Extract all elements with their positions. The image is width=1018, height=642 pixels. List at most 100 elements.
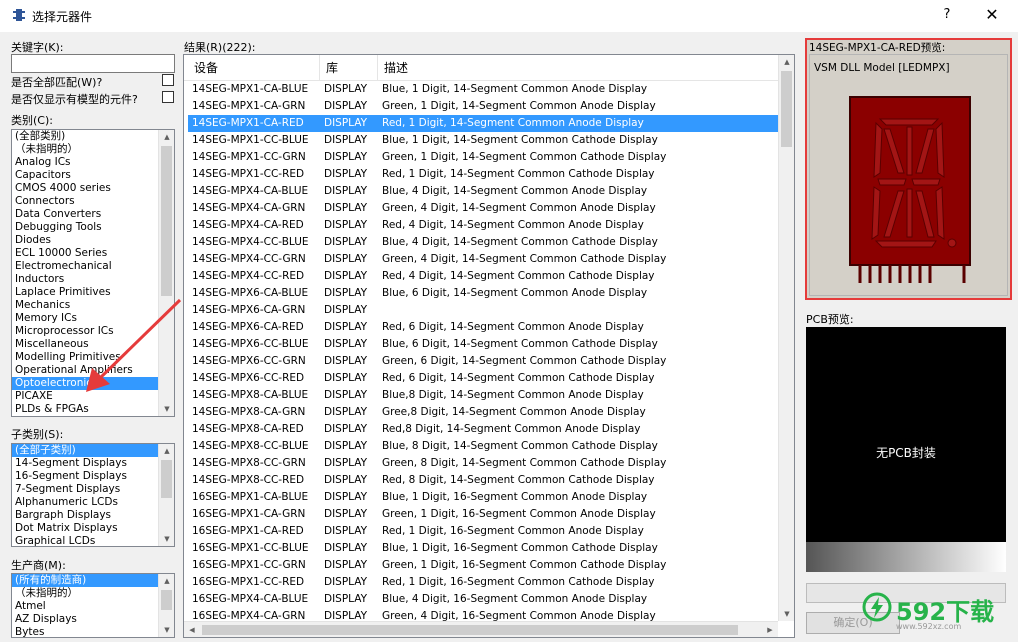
- category-item[interactable]: Optoelectronics: [12, 377, 174, 390]
- scroll-up-icon[interactable]: ▲: [159, 130, 174, 144]
- category-item[interactable]: Analog ICs: [12, 156, 174, 169]
- table-row[interactable]: 14SEG-MPX1-CA-BLUE DISPLAY Blue, 1 Digit, …: [188, 81, 778, 98]
- category-item[interactable]: Modelling Primitives: [12, 351, 174, 364]
- table-row[interactable]: 16SEG-MPX1-CC-RED DISPLAY Red, 1 Digit, 16…: [188, 574, 778, 591]
- scroll-down-icon[interactable]: ▼: [159, 402, 174, 416]
- table-row[interactable]: 14SEG-MPX8-CC-GRN DISPLAY Green, 8 Digit, …: [188, 455, 778, 472]
- manufacturer-item[interactable]: Bytes: [12, 626, 174, 637]
- category-item[interactable]: Memory ICs: [12, 312, 174, 325]
- match-whole-checkbox[interactable]: [162, 74, 174, 86]
- device-cell: 14SEG-MPX6-CA-RED: [192, 321, 304, 333]
- category-item[interactable]: Capacitors: [12, 169, 174, 182]
- table-row[interactable]: 14SEG-MPX6-CC-GRN DISPLAY Green, 6 Digit, …: [188, 353, 778, 370]
- manufacturer-listbox[interactable]: (所有的制造商) （未指明的） Atmel AZ Displays Bytes ▲ ▼: [11, 573, 175, 638]
- table-row[interactable]: 14SEG-MPX8-CC-BLUE DISPLAY Blue, 8 Digit, …: [188, 438, 778, 455]
- table-row[interactable]: 16SEG-MPX4-CA-BLUE DISPLAY Blue, 4 Digit, …: [188, 591, 778, 608]
- column-header-device[interactable]: 设备: [188, 55, 320, 81]
- table-row[interactable]: 14SEG-MPX4-CA-GRN DISPLAY Green, 4 Digit, …: [188, 200, 778, 217]
- table-row[interactable]: 14SEG-MPX4-CA-RED DISPLAY Red, 4 Digit, 14…: [188, 217, 778, 234]
- table-row[interactable]: 14SEG-MPX8-CA-BLUE DISPLAY Blue,8 Digit, 1…: [188, 387, 778, 404]
- table-row[interactable]: 14SEG-MPX6-CC-RED DISPLAY Red, 6 Digit, 14…: [188, 370, 778, 387]
- manufacturer-item[interactable]: (所有的制造商): [12, 574, 174, 587]
- table-row[interactable]: 14SEG-MPX6-CA-BLUE DISPLAY Blue, 6 Digit, …: [188, 285, 778, 302]
- table-row[interactable]: 16SEG-MPX1-CA-BLUE DISPLAY Blue, 1 Digit, …: [188, 489, 778, 506]
- subcategory-item[interactable]: Alphanumeric LCDs: [12, 496, 174, 509]
- subcategory-item[interactable]: Bargraph Displays: [12, 509, 174, 522]
- category-item[interactable]: Miscellaneous: [12, 338, 174, 351]
- models-only-checkbox[interactable]: [162, 91, 174, 103]
- category-item[interactable]: Connectors: [12, 195, 174, 208]
- subcategory-item[interactable]: 14-Segment Displays: [12, 457, 174, 470]
- results-hscrollbar[interactable]: ◀ ▶: [184, 621, 778, 637]
- close-button[interactable]: ✕: [980, 4, 1004, 26]
- category-item[interactable]: （未指明的）: [12, 143, 174, 156]
- manufacturer-item[interactable]: （未指明的）: [12, 587, 174, 600]
- scroll-thumb[interactable]: [161, 590, 172, 610]
- scroll-down-icon[interactable]: ▼: [779, 607, 794, 621]
- table-row[interactable]: 14SEG-MPX1-CC-BLUE DISPLAY Blue, 1 Digit, …: [188, 132, 778, 149]
- table-row[interactable]: 14SEG-MPX4-CC-GRN DISPLAY Green, 4 Digit, …: [188, 251, 778, 268]
- table-row[interactable]: 14SEG-MPX8-CC-RED DISPLAY Red, 8 Digit, 14…: [188, 472, 778, 489]
- table-row[interactable]: 16SEG-MPX1-CA-GRN DISPLAY Green, 1 Digit, …: [188, 506, 778, 523]
- subcategory-scrollbar[interactable]: ▲ ▼: [158, 444, 174, 546]
- subcategory-listbox[interactable]: (全部子类别) 14-Segment Displays 16-Segment Dis…: [11, 443, 175, 547]
- subcategory-item[interactable]: 16-Segment Displays: [12, 470, 174, 483]
- table-row[interactable]: 14SEG-MPX6-CA-RED DISPLAY Red, 6 Digit, 14…: [188, 319, 778, 336]
- column-header-library[interactable]: 库: [320, 55, 378, 81]
- category-item[interactable]: ECL 10000 Series: [12, 247, 174, 260]
- scroll-right-icon[interactable]: ▶: [762, 622, 778, 637]
- column-header-description[interactable]: 描述: [378, 55, 778, 81]
- scroll-down-icon[interactable]: ▼: [159, 532, 174, 546]
- category-item[interactable]: Inductors: [12, 273, 174, 286]
- category-item[interactable]: PICAXE: [12, 390, 174, 403]
- description-cell: Blue, 1 Digit, 16-Segment Common Anode D…: [382, 491, 648, 503]
- category-listbox[interactable]: (全部类别) （未指明的） Analog ICs Capacitors CMOS 400…: [11, 129, 175, 417]
- category-item[interactable]: Data Converters: [12, 208, 174, 221]
- scroll-thumb[interactable]: [202, 625, 738, 635]
- category-item[interactable]: Electromechanical: [12, 260, 174, 273]
- table-row[interactable]: 14SEG-MPX1-CC-RED DISPLAY Red, 1 Digit, 14…: [188, 166, 778, 183]
- table-row[interactable]: 14SEG-MPX4-CC-RED DISPLAY Red, 4 Digit, 14…: [188, 268, 778, 285]
- scroll-up-icon[interactable]: ▲: [159, 574, 174, 588]
- table-row[interactable]: 14SEG-MPX1-CA-RED DISPLAY Red, 1 Digit, 14…: [188, 115, 778, 132]
- manufacturer-item[interactable]: Atmel: [12, 600, 174, 613]
- table-row[interactable]: 14SEG-MPX6-CC-BLUE DISPLAY Blue, 6 Digit, …: [188, 336, 778, 353]
- table-row[interactable]: 14SEG-MPX4-CA-BLUE DISPLAY Blue, 4 Digit, …: [188, 183, 778, 200]
- help-button[interactable]: ?: [936, 4, 958, 26]
- subcategory-item[interactable]: Dot Matrix Displays: [12, 522, 174, 535]
- category-item[interactable]: Microprocessor ICs: [12, 325, 174, 338]
- table-row[interactable]: 16SEG-MPX1-CC-BLUE DISPLAY Blue, 1 Digit, …: [188, 540, 778, 557]
- scroll-up-icon[interactable]: ▲: [159, 444, 174, 458]
- category-item[interactable]: Laplace Primitives: [12, 286, 174, 299]
- table-row[interactable]: 16SEG-MPX1-CA-RED DISPLAY Red, 1 Digit, 16…: [188, 523, 778, 540]
- keyword-input[interactable]: [11, 54, 175, 73]
- category-item[interactable]: Diodes: [12, 234, 174, 247]
- results-scrollbar[interactable]: ▲ ▼: [778, 55, 794, 621]
- table-row[interactable]: 14SEG-MPX1-CC-GRN DISPLAY Green, 1 Digit, …: [188, 149, 778, 166]
- category-item[interactable]: (全部类别): [12, 130, 174, 143]
- category-item[interactable]: Debugging Tools: [12, 221, 174, 234]
- manufacturer-scrollbar[interactable]: ▲ ▼: [158, 574, 174, 637]
- table-row[interactable]: 14SEG-MPX8-CA-GRN DISPLAY Gree,8 Digit, 14…: [188, 404, 778, 421]
- table-row[interactable]: 16SEG-MPX1-CC-GRN DISPLAY Green, 1 Digit, …: [188, 557, 778, 574]
- category-item[interactable]: CMOS 4000 series: [12, 182, 174, 195]
- scroll-thumb[interactable]: [161, 146, 172, 296]
- category-item[interactable]: PLDs & FPGAs: [12, 403, 174, 416]
- scroll-thumb[interactable]: [781, 71, 792, 147]
- table-row[interactable]: 14SEG-MPX1-CA-GRN DISPLAY Green, 1 Digit, …: [188, 98, 778, 115]
- table-row[interactable]: 14SEG-MPX8-CA-RED DISPLAY Red,8 Digit, 14-…: [188, 421, 778, 438]
- table-row[interactable]: 14SEG-MPX4-CC-BLUE DISPLAY Blue, 4 Digit, …: [188, 234, 778, 251]
- subcategory-item[interactable]: (全部子类别): [12, 444, 174, 457]
- manufacturer-item[interactable]: AZ Displays: [12, 613, 174, 626]
- scroll-thumb[interactable]: [161, 460, 172, 498]
- category-item[interactable]: Mechanics: [12, 299, 174, 312]
- subcategory-item[interactable]: Graphical LCDs: [12, 535, 174, 546]
- category-item[interactable]: Operational Amplifiers: [12, 364, 174, 377]
- scroll-up-icon[interactable]: ▲: [779, 55, 794, 69]
- scroll-left-icon[interactable]: ◀: [184, 622, 200, 637]
- subcategory-item[interactable]: 7-Segment Displays: [12, 483, 174, 496]
- results-table[interactable]: 设备 库 描述 14SEG-MPX1-CA-BLUE DISPLAY Blue, 1…: [183, 54, 795, 638]
- scroll-down-icon[interactable]: ▼: [159, 623, 174, 637]
- table-row[interactable]: 14SEG-MPX6-CA-GRN DISPLAY: [188, 302, 778, 319]
- category-scrollbar[interactable]: ▲ ▼: [158, 130, 174, 416]
